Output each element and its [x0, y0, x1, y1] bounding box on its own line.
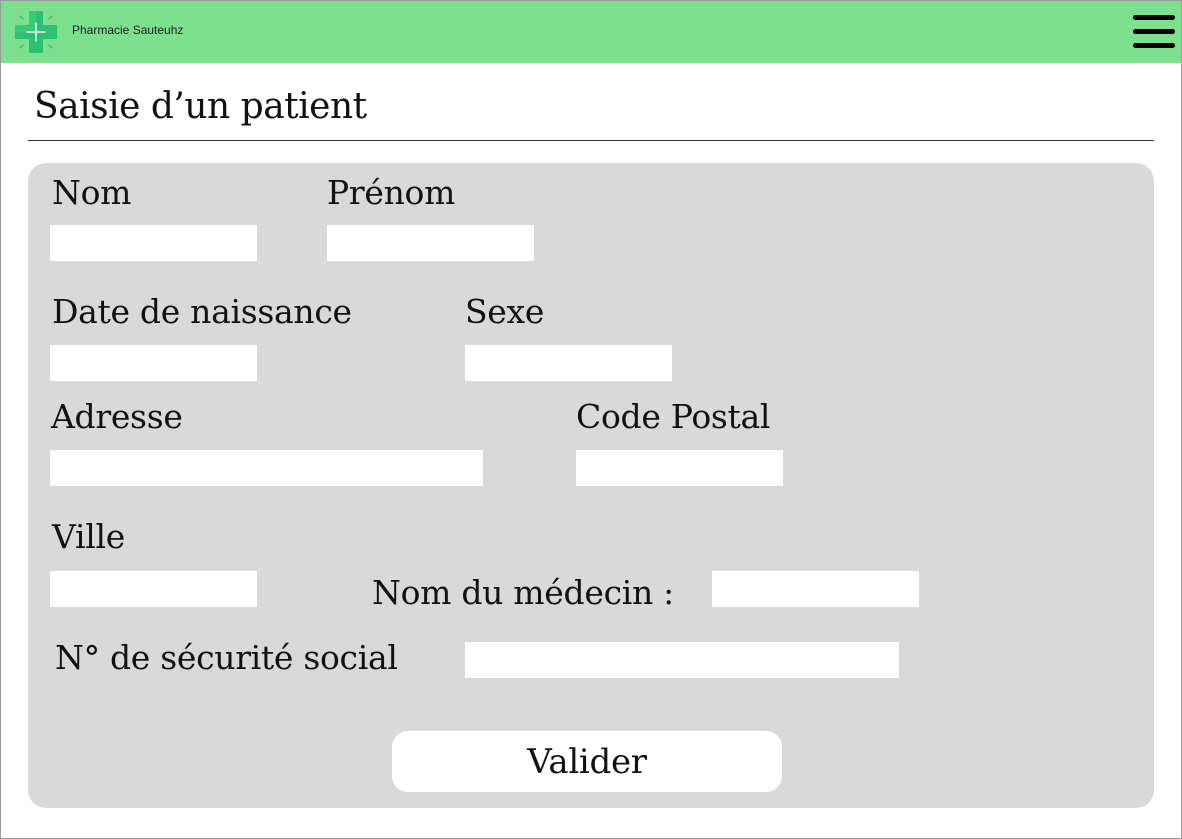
- medecin-label: Nom du médecin :: [372, 573, 674, 612]
- pharmacy-cross-icon: [15, 11, 57, 53]
- securite-sociale-label: N° de sécurité social: [55, 638, 398, 677]
- ville-input[interactable]: [50, 571, 257, 607]
- date-naissance-label: Date de naissance: [52, 292, 352, 331]
- code-postal-input[interactable]: [576, 450, 783, 486]
- adresse-input[interactable]: [50, 450, 483, 486]
- top-bar: Pharmacie Sauteuhz: [1, 1, 1181, 63]
- nom-input[interactable]: [50, 225, 257, 261]
- hamburger-menu-icon[interactable]: [1133, 13, 1177, 49]
- medecin-input[interactable]: [712, 571, 919, 607]
- adresse-label: Adresse: [51, 397, 183, 436]
- page-title: Saisie d’un patient: [34, 86, 367, 127]
- title-divider: [28, 140, 1154, 141]
- sexe-input[interactable]: [465, 345, 672, 381]
- brand-name: Pharmacie Sauteuhz: [72, 23, 184, 37]
- sexe-label: Sexe: [465, 292, 545, 331]
- securite-sociale-input[interactable]: [465, 642, 899, 678]
- prenom-input[interactable]: [327, 225, 534, 261]
- nom-label: Nom: [52, 173, 132, 212]
- ville-label: Ville: [52, 517, 125, 556]
- submit-button[interactable]: Valider: [392, 731, 782, 792]
- date-naissance-input[interactable]: [50, 345, 257, 381]
- prenom-label: Prénom: [327, 173, 456, 212]
- code-postal-label: Code Postal: [576, 397, 771, 436]
